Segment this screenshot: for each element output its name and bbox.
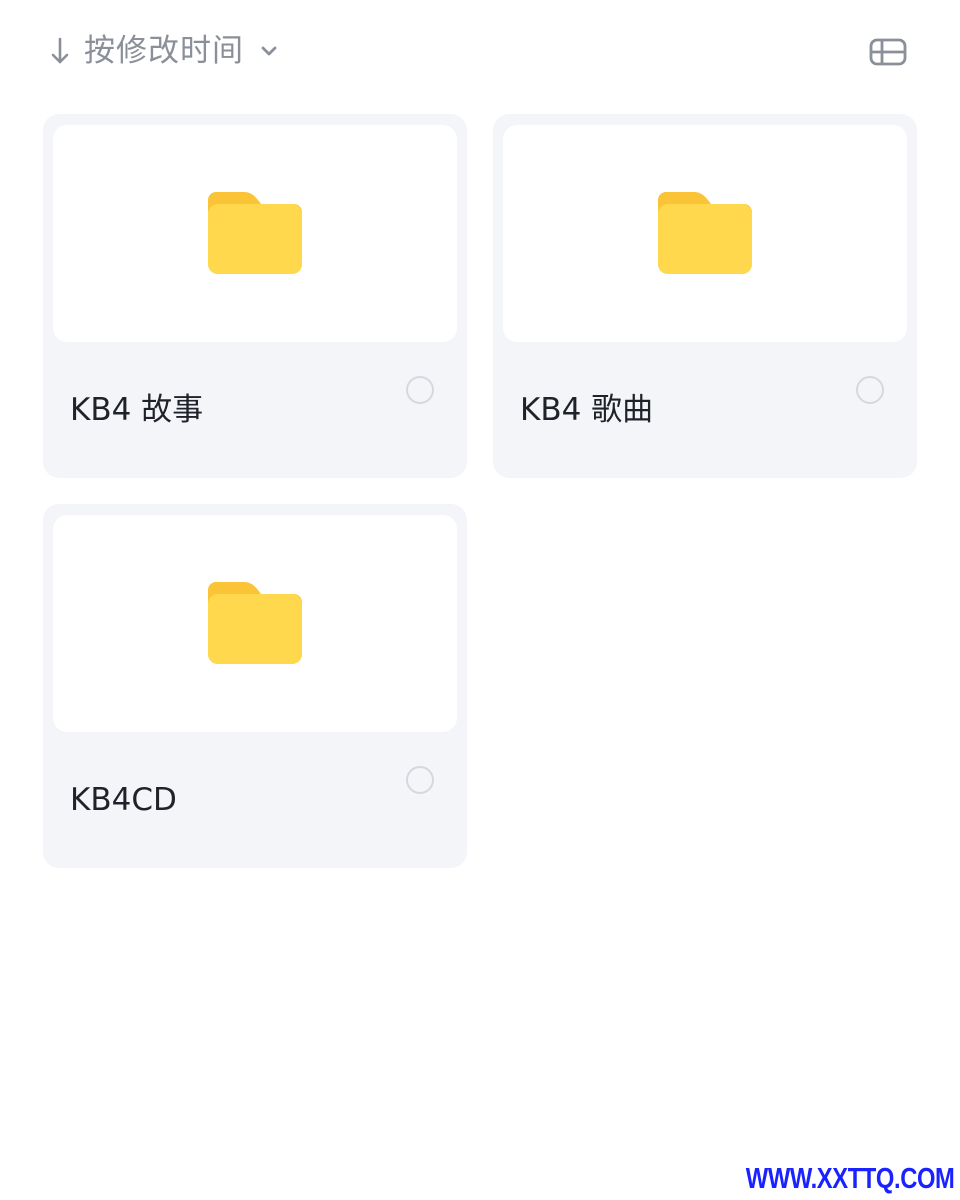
folder-icon [658, 192, 752, 274]
folder-card[interactable]: KB4 故事 [43, 114, 467, 478]
arrow-down-icon [50, 28, 76, 74]
folder-thumbnail [53, 515, 457, 732]
folder-icon [208, 192, 302, 274]
select-checkbox[interactable] [856, 376, 884, 404]
folder-icon [208, 582, 302, 664]
folder-card[interactable]: KB4CD [43, 504, 467, 868]
select-checkbox[interactable] [406, 766, 434, 794]
folder-thumbnail [53, 125, 457, 342]
watermark: WWW.XXTTQ.COM [745, 1163, 954, 1195]
view-toggle-button[interactable] [864, 32, 912, 72]
grid-view-toggle-icon [869, 38, 907, 66]
chevron-down-icon [260, 28, 280, 74]
folder-card[interactable]: KB4 歌曲 [493, 114, 917, 478]
select-checkbox[interactable] [406, 376, 434, 404]
folder-name: KB4 故事 [70, 392, 204, 428]
sort-label: 按修改时间 [84, 33, 244, 69]
folder-thumbnail [503, 125, 907, 342]
sort-by-modified-time-button[interactable]: 按修改时间 [50, 28, 280, 74]
folder-name: KB4CD [70, 782, 177, 818]
folder-name: KB4 歌曲 [520, 392, 654, 428]
toolbar: 按修改时间 [0, 0, 960, 100]
